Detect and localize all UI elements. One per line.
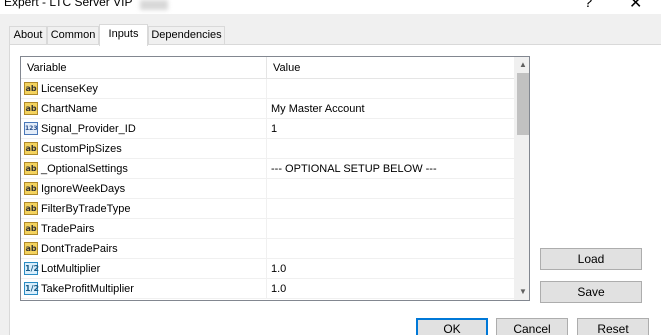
variable-cell[interactable]: ab TradePairs [21, 219, 267, 239]
scroll-thumb[interactable] [517, 73, 529, 135]
variable-cell[interactable]: ab FilterByTradeType [21, 199, 267, 219]
value-cell[interactable] [267, 239, 514, 259]
table-row[interactable]: ab LicenseKey [21, 79, 514, 99]
tab-dependencies[interactable]: Dependencies [148, 26, 225, 45]
table-row[interactable]: ab ChartName My Master Account [21, 99, 514, 119]
reset-button[interactable]: Reset [577, 318, 649, 335]
ok-button[interactable]: OK [416, 318, 488, 335]
value-cell[interactable]: --- OPTIONAL SETUP BELOW --- [267, 159, 514, 179]
table-row[interactable]: ab IgnoreWeekDays [21, 179, 514, 199]
title-bar: Expert - LTC Server VIP ? ✕ [0, 0, 661, 14]
variable-name: FilterByTradeType [41, 203, 131, 215]
header-value[interactable]: Value [267, 57, 514, 79]
variable-name: DontTradePairs [41, 243, 118, 255]
variable-cell[interactable]: ab CustomPipSizes [21, 139, 267, 159]
string-type-icon: ab [24, 82, 38, 95]
variable-cell[interactable]: 1/2 LotMultiplier [21, 259, 267, 279]
table-row[interactable]: ab DontTradePairs [21, 239, 514, 259]
double-type-icon: 1/2 [24, 282, 40, 295]
blurred-title-area [140, 0, 168, 10]
variable-name: TradePairs [41, 223, 95, 235]
help-icon[interactable]: ? [584, 0, 592, 11]
variable-cell[interactable]: ab ChartName [21, 99, 267, 119]
value-cell[interactable]: 1.0 [267, 279, 514, 299]
value-cell[interactable]: 1.0 [267, 259, 514, 279]
variable-name: LotMultiplier [41, 263, 101, 275]
scroll-up-icon[interactable]: ▲ [515, 57, 529, 73]
table-row[interactable]: 123 Signal_Provider_ID 1 [21, 119, 514, 139]
value-cell[interactable] [267, 79, 514, 99]
table-row[interactable]: ab _OptionalSettings --- OPTIONAL SETUP BE… [21, 159, 514, 179]
inputs-grid: Variable Value ab LicenseKey ab ChartName My… [20, 56, 530, 301]
grid-rows: ab LicenseKey ab ChartName My Master Account… [21, 79, 514, 299]
tab-inputs[interactable]: Inputs [99, 24, 148, 46]
value-cell[interactable] [267, 219, 514, 239]
cancel-button[interactable]: Cancel [496, 318, 568, 335]
string-type-icon: ab [24, 242, 38, 255]
table-row[interactable]: ab CustomPipSizes [21, 139, 514, 159]
variable-name: CustomPipSizes [41, 143, 122, 155]
value-cell[interactable]: 1 [267, 119, 514, 139]
scroll-down-icon[interactable]: ▼ [515, 284, 529, 300]
window-title: Expert - LTC Server VIP [4, 0, 133, 9]
variable-name: LicenseKey [41, 83, 98, 95]
value-cell[interactable] [267, 139, 514, 159]
variable-name: Signal_Provider_ID [41, 123, 136, 135]
string-type-icon: ab [24, 182, 38, 195]
variable-cell[interactable]: 123 Signal_Provider_ID [21, 119, 267, 139]
variable-name: _OptionalSettings [41, 163, 128, 175]
variable-cell[interactable]: ab IgnoreWeekDays [21, 179, 267, 199]
vertical-scrollbar[interactable]: ▲ ▼ [514, 57, 529, 300]
save-button[interactable]: Save [540, 281, 642, 303]
variable-cell[interactable]: 1/2 TakeProfitMultiplier [21, 279, 267, 299]
integer-type-icon: 123 [24, 122, 38, 135]
tab-common[interactable]: Common [47, 26, 99, 45]
close-icon[interactable]: ✕ [629, 0, 642, 13]
variable-cell[interactable]: ab DontTradePairs [21, 239, 267, 259]
table-row[interactable]: ab TradePairs [21, 219, 514, 239]
table-row[interactable]: ab FilterByTradeType [21, 199, 514, 219]
tab-about[interactable]: About [9, 26, 47, 45]
table-row[interactable]: 1/2 TakeProfitMultiplier 1.0 [21, 279, 514, 299]
variable-name: ChartName [41, 103, 98, 115]
string-type-icon: ab [24, 162, 38, 175]
value-cell[interactable] [267, 179, 514, 199]
variable-name: TakeProfitMultiplier [41, 283, 134, 295]
table-row[interactable]: 1/2 LotMultiplier 1.0 [21, 259, 514, 279]
double-type-icon: 1/2 [24, 262, 40, 275]
value-cell[interactable]: My Master Account [267, 99, 514, 119]
string-type-icon: ab [24, 142, 38, 155]
header-variable[interactable]: Variable [21, 57, 267, 79]
string-type-icon: ab [24, 202, 38, 215]
variable-cell[interactable]: ab LicenseKey [21, 79, 267, 99]
string-type-icon: ab [24, 222, 38, 235]
variable-cell[interactable]: ab _OptionalSettings [21, 159, 267, 179]
grid-header: Variable Value [21, 57, 514, 79]
string-type-icon: ab [24, 102, 38, 115]
load-button[interactable]: Load [540, 248, 642, 270]
value-cell[interactable] [267, 199, 514, 219]
variable-name: IgnoreWeekDays [41, 183, 126, 195]
